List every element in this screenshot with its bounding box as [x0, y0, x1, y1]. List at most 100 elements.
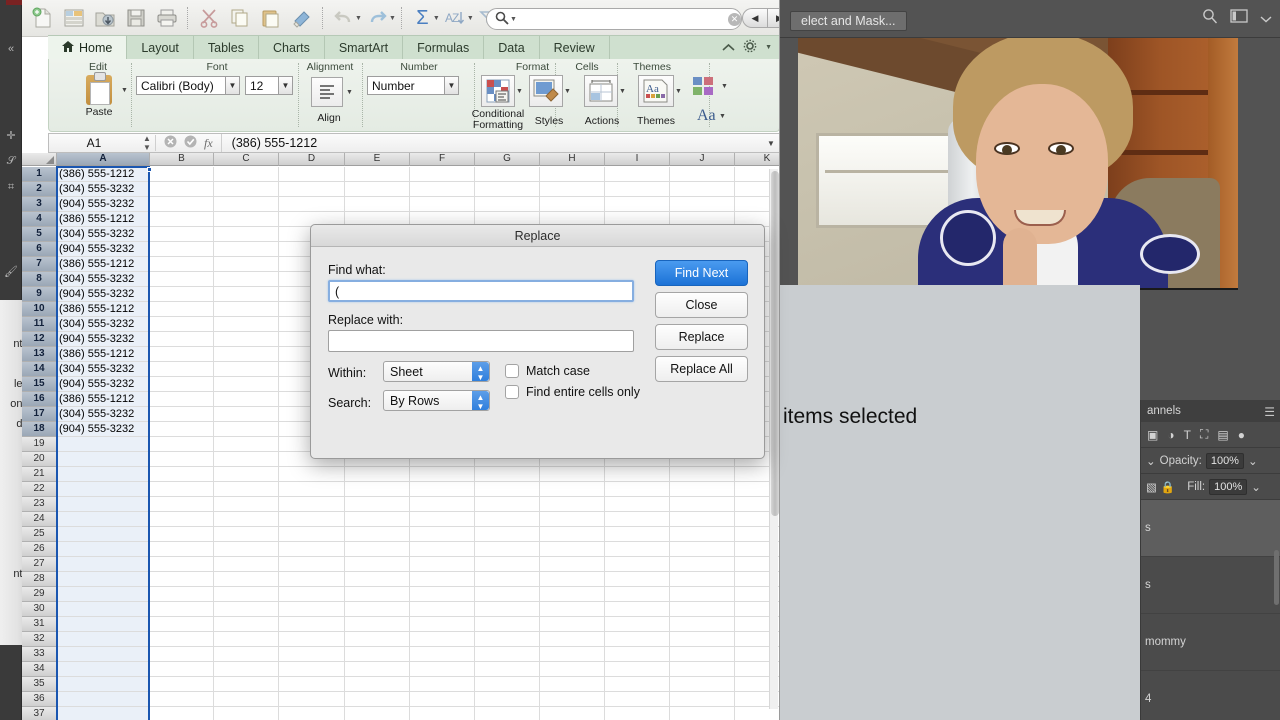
cell-G36[interactable]	[475, 692, 540, 707]
cell-B33[interactable]	[150, 647, 214, 662]
row-header-13[interactable]: 13	[22, 347, 57, 362]
cell-I21[interactable]	[605, 467, 670, 482]
cell-C37[interactable]	[214, 707, 279, 720]
cell-A6[interactable]: (904) 555-3232	[57, 242, 150, 257]
cell-A4[interactable]: (386) 555-1212	[57, 212, 150, 227]
select-all-button[interactable]	[22, 153, 57, 166]
actions-icon[interactable]	[584, 75, 618, 107]
cell-B6[interactable]	[150, 242, 214, 257]
cell-D28[interactable]	[279, 572, 345, 587]
cell-B11[interactable]	[150, 317, 214, 332]
search-icon[interactable]	[1202, 8, 1218, 29]
fill-chevron-icon[interactable]: ⌄	[1251, 480, 1261, 494]
cell-I28[interactable]	[605, 572, 670, 587]
cell-D32[interactable]	[279, 632, 345, 647]
cell-G33[interactable]	[475, 647, 540, 662]
cell-C18[interactable]	[214, 422, 279, 437]
search-next-button[interactable]: ▶	[767, 8, 779, 28]
paste-icon[interactable]	[255, 3, 286, 33]
theme-colors-dropdown-arrow[interactable]: ▼	[721, 83, 728, 90]
cell-A14[interactable]: (304) 555-3232	[57, 362, 150, 377]
row-header-28[interactable]: 28	[22, 572, 57, 587]
cell-C4[interactable]	[214, 212, 279, 227]
cell-B17[interactable]	[150, 407, 214, 422]
cell-A25[interactable]	[57, 527, 150, 542]
cell-D2[interactable]	[279, 182, 345, 197]
cell-B21[interactable]	[150, 467, 214, 482]
blend-opacity-row[interactable]: ⌄ Opacity: 100% ⌄	[1141, 448, 1280, 474]
cell-I24[interactable]	[605, 512, 670, 527]
cell-A34[interactable]	[57, 662, 150, 677]
row-header-9[interactable]: 9	[22, 287, 57, 302]
gear-dropdown-arrow[interactable]: ▼	[765, 44, 772, 51]
paste-dropdown-arrow[interactable]: ▼	[121, 87, 128, 94]
row-header-14[interactable]: 14	[22, 362, 57, 377]
cell-D22[interactable]	[279, 482, 345, 497]
row-header-1[interactable]: 1	[22, 167, 57, 182]
cell-F28[interactable]	[410, 572, 475, 587]
cell-G1[interactable]	[475, 167, 540, 182]
shape-filter-icon[interactable]: ⛶	[1200, 427, 1208, 442]
cell-A20[interactable]	[57, 452, 150, 467]
cell-F35[interactable]	[410, 677, 475, 692]
layers-scrollbar[interactable]	[1274, 550, 1279, 605]
cell-H37[interactable]	[540, 707, 605, 720]
cell-G3[interactable]	[475, 197, 540, 212]
cell-H32[interactable]	[540, 632, 605, 647]
cell-C20[interactable]	[214, 452, 279, 467]
cell-F29[interactable]	[410, 587, 475, 602]
lock-icon[interactable]: 🔒	[1161, 480, 1175, 494]
lasso-tool-icon[interactable]: 𝒮	[0, 148, 22, 174]
scrollbar-thumb[interactable]	[771, 171, 779, 516]
cell-B30[interactable]	[150, 602, 214, 617]
cell-A37[interactable]	[57, 707, 150, 720]
cell-C12[interactable]	[214, 332, 279, 347]
cell-E30[interactable]	[345, 602, 410, 617]
adjustment-filter-icon[interactable]: ◑	[1167, 428, 1174, 442]
row-header-29[interactable]: 29	[22, 587, 57, 602]
row-header-25[interactable]: 25	[22, 527, 57, 542]
cell-F3[interactable]	[410, 197, 475, 212]
cell-F33[interactable]	[410, 647, 475, 662]
cell-H24[interactable]	[540, 512, 605, 527]
styles-icon[interactable]	[529, 75, 563, 107]
number-format-select[interactable]: Number	[367, 76, 445, 95]
name-box-spinner[interactable]: ▲ ▼	[139, 134, 155, 152]
row-header-17[interactable]: 17	[22, 407, 57, 422]
cell-C25[interactable]	[214, 527, 279, 542]
cell-B3[interactable]	[150, 197, 214, 212]
cell-B29[interactable]	[150, 587, 214, 602]
cell-F32[interactable]	[410, 632, 475, 647]
cell-A11[interactable]: (304) 555-3232	[57, 317, 150, 332]
cell-H35[interactable]	[540, 677, 605, 692]
cell-A26[interactable]	[57, 542, 150, 557]
cell-G27[interactable]	[475, 557, 540, 572]
replace-button[interactable]: Replace	[655, 324, 748, 350]
tab-formulas[interactable]: Formulas	[403, 36, 485, 59]
cell-C9[interactable]	[214, 287, 279, 302]
cell-I22[interactable]	[605, 482, 670, 497]
cell-J29[interactable]	[670, 587, 735, 602]
cell-B10[interactable]	[150, 302, 214, 317]
opacity-chevron-icon[interactable]: ⌄	[1248, 454, 1258, 468]
ribbon-tab-bar[interactable]: Home Layout Tables Charts SmartArt Formu…	[48, 35, 779, 59]
cell-J27[interactable]	[670, 557, 735, 572]
pixels-filter-icon[interactable]: ▣	[1147, 428, 1158, 442]
cell-B13[interactable]	[150, 347, 214, 362]
lock-fill-row[interactable]: ▧ 🔒 Fill: 100% ⌄	[1141, 474, 1280, 500]
collapse-panel-icon[interactable]: «	[0, 36, 22, 62]
panel-tab-strip[interactable]: annels ☰	[1141, 400, 1280, 422]
transparency-lock-icon[interactable]: ▧	[1146, 480, 1157, 494]
cell-E22[interactable]	[345, 482, 410, 497]
cell-G22[interactable]	[475, 482, 540, 497]
column-header-a[interactable]: A	[57, 153, 150, 166]
cell-D1[interactable]	[279, 167, 345, 182]
font-name-dropdown-arrow[interactable]: ▼	[226, 76, 240, 95]
row-header-11[interactable]: 11	[22, 317, 57, 332]
cell-I31[interactable]	[605, 617, 670, 632]
quick-access-toolbar[interactable]: ▼ ▼ Σ ▼ AZ ▼ ▼ ▼ ✕	[22, 0, 779, 37]
cell-H29[interactable]	[540, 587, 605, 602]
cell-A19[interactable]	[57, 437, 150, 452]
cell-B2[interactable]	[150, 182, 214, 197]
tab-data[interactable]: Data	[484, 36, 540, 59]
